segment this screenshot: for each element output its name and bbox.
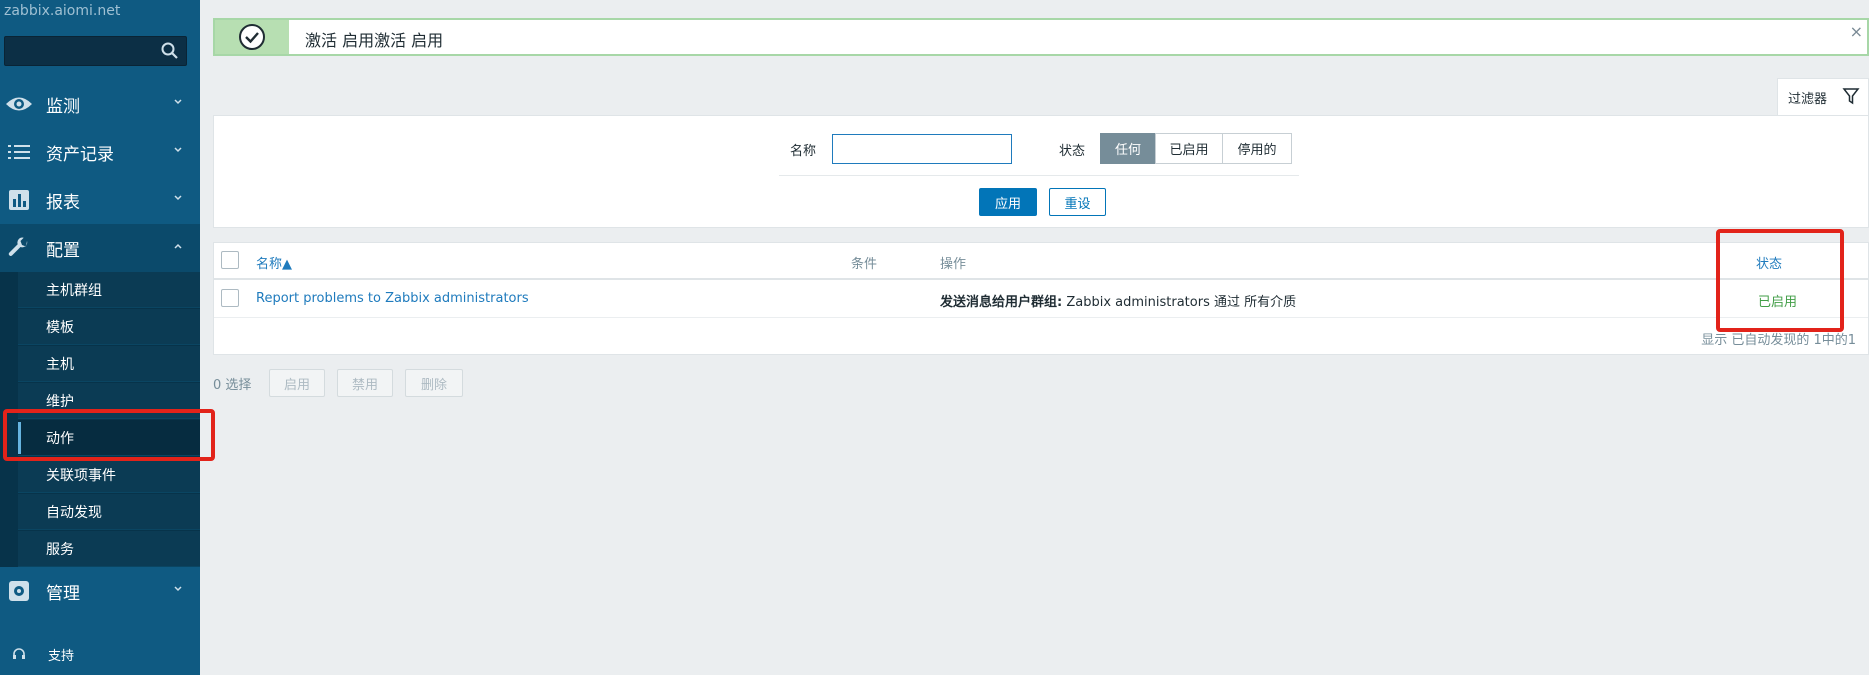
nav-administration-label: 管理 bbox=[46, 583, 80, 604]
filter-icon bbox=[1842, 88, 1860, 105]
action-name-link[interactable]: Report problems to Zabbix administrators bbox=[256, 291, 529, 306]
list-icon bbox=[2, 139, 36, 165]
filter-status-label: 状态 bbox=[1059, 144, 1086, 159]
filter-name-label: 名称 bbox=[790, 144, 817, 159]
submenu-services[interactable]: 服务 bbox=[18, 531, 200, 567]
check-icon bbox=[215, 20, 289, 54]
enable-button[interactable]: 启用 bbox=[269, 369, 325, 397]
headset-icon bbox=[2, 647, 36, 661]
operations-text: Zabbix administrators 通过 所有介质 bbox=[1062, 295, 1297, 310]
eye-icon bbox=[2, 91, 36, 117]
nav-reports-label: 报表 bbox=[46, 192, 80, 213]
server-name[interactable]: zabbix.aiomi.net bbox=[4, 3, 120, 19]
status-disabled-button[interactable]: 停用的 bbox=[1222, 133, 1292, 164]
reset-button[interactable]: 重设 bbox=[1049, 188, 1106, 216]
chevron-down-icon bbox=[174, 99, 182, 105]
submenu-discovery[interactable]: 自动发现 bbox=[18, 494, 200, 530]
submenu-host-groups[interactable]: 主机群组 bbox=[18, 272, 200, 308]
nav-monitoring-label: 监测 bbox=[46, 96, 80, 117]
chevron-up-icon bbox=[174, 243, 182, 249]
operations-bold-text: 发送消息给用户群组: bbox=[940, 295, 1063, 310]
gear-icon bbox=[2, 578, 36, 604]
action-operations: 发送消息给用户群组: Zabbix administrators 通过 所有介质 bbox=[940, 291, 1296, 310]
nav-reports[interactable]: 报表 bbox=[0, 176, 200, 224]
nav-configuration-label: 配置 bbox=[46, 240, 80, 261]
submenu-event-correlation[interactable]: 关联项事件 bbox=[18, 457, 200, 493]
actions-table: 名称▲ 条件 操作 状态 Report problems to Zabbix a… bbox=[213, 242, 1869, 355]
filter-panel: 名称 状态 任何 已启用 停用的 应用 重设 bbox=[213, 115, 1869, 228]
apply-button[interactable]: 应用 bbox=[979, 188, 1037, 216]
delete-button[interactable]: 删除 bbox=[405, 369, 463, 397]
submenu-templates[interactable]: 模板 bbox=[18, 309, 200, 345]
filter-tab[interactable]: 过滤器 bbox=[1777, 78, 1869, 116]
nav-support-label: 支持 bbox=[48, 648, 75, 664]
nav-inventory-label: 资产记录 bbox=[46, 144, 114, 165]
submenu-hosts[interactable]: 主机 bbox=[18, 346, 200, 382]
filter-name-input[interactable] bbox=[832, 134, 1012, 164]
selected-count: 0 选择 bbox=[213, 378, 252, 393]
wrench-icon bbox=[2, 235, 36, 261]
nav-support[interactable]: 支持 bbox=[0, 640, 200, 668]
disable-button[interactable]: 禁用 bbox=[337, 369, 393, 397]
row-checkbox[interactable] bbox=[221, 289, 239, 307]
filter-tab-label: 过滤器 bbox=[1788, 92, 1828, 107]
search-input[interactable] bbox=[4, 36, 187, 66]
status-any-button[interactable]: 任何 bbox=[1100, 133, 1156, 164]
nav-inventory[interactable]: 资产记录 bbox=[0, 128, 200, 176]
bar-chart-icon bbox=[2, 187, 36, 213]
close-icon[interactable]: × bbox=[1850, 22, 1863, 41]
highlight-box-status bbox=[1716, 229, 1844, 332]
column-operations-header: 操作 bbox=[940, 257, 967, 272]
filter-divider bbox=[779, 175, 1299, 176]
column-name-header[interactable]: 名称▲ bbox=[256, 253, 292, 272]
sidebar: zabbix.aiomi.net 监测 资产记录 报表 配置 主机群组 模板 主… bbox=[0, 0, 200, 675]
chevron-down-icon bbox=[174, 195, 182, 201]
nav-administration[interactable]: 管理 bbox=[0, 567, 200, 615]
highlight-box-actions bbox=[3, 409, 215, 461]
nav-monitoring[interactable]: 监测 bbox=[0, 80, 200, 128]
table-header: 名称▲ 条件 操作 状态 bbox=[214, 243, 1868, 280]
table-row: Report problems to Zabbix administrators… bbox=[214, 280, 1868, 318]
chevron-down-icon bbox=[174, 147, 182, 153]
search-icon[interactable] bbox=[160, 41, 180, 61]
status-enabled-button[interactable]: 已启用 bbox=[1155, 133, 1223, 164]
column-conditions-header: 条件 bbox=[851, 257, 878, 272]
chevron-down-icon bbox=[174, 586, 182, 592]
success-text: 激活 启用激活 启用 bbox=[305, 31, 444, 50]
success-message: 激活 启用激活 启用 × bbox=[213, 18, 1869, 56]
select-all-checkbox[interactable] bbox=[221, 251, 239, 269]
nav-configuration[interactable]: 配置 bbox=[0, 224, 200, 272]
